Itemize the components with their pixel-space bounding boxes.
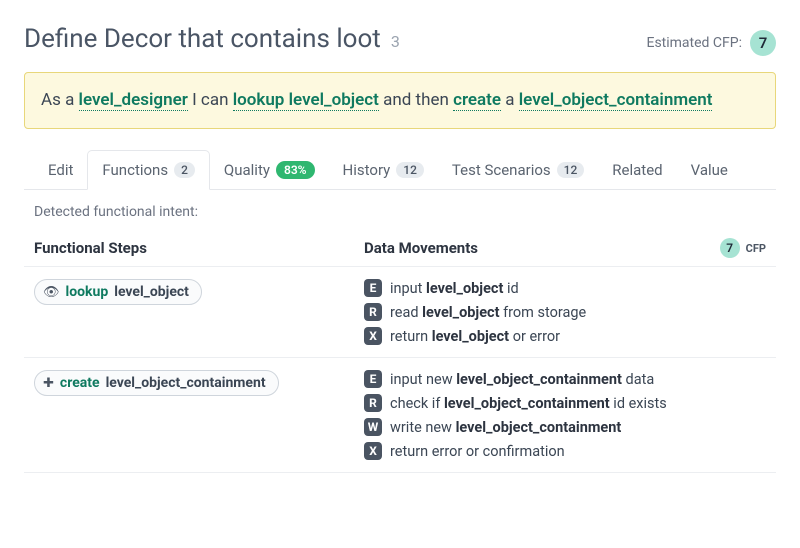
tab-value[interactable]: Value <box>677 150 742 190</box>
step-row: 👁 lookup level_object Einput level_object i… <box>24 267 776 358</box>
tab-related[interactable]: Related <box>598 150 676 190</box>
data-movement: Rcheck if level_object_containment id ex… <box>364 394 766 412</box>
action-lookup-link[interactable]: lookup level_object <box>233 90 379 111</box>
action-create-verb-link[interactable]: create <box>453 90 501 111</box>
col-header-moves: Data Movements <box>364 239 720 257</box>
user-story-box: As a level_designer I can lookup level_o… <box>24 72 776 129</box>
step-noun: level_object_containment <box>106 375 266 391</box>
action-create-noun-link[interactable]: level_object_containment <box>519 90 713 111</box>
data-movement: Xreturn error or confirmation <box>364 442 766 460</box>
movement-text: input new level_object_containment data <box>390 371 654 388</box>
plus-icon: ✚ <box>43 376 54 391</box>
tab-edit[interactable]: Edit <box>34 150 87 190</box>
detected-intent-label: Detected functional intent: <box>34 204 776 220</box>
step-verb: create <box>60 375 100 391</box>
step-pill-lookup[interactable]: 👁 lookup level_object <box>34 279 202 305</box>
data-movement: Rread level_object from storage <box>364 303 766 321</box>
history-count-badge: 12 <box>396 162 424 178</box>
movement-text: read level_object from storage <box>390 304 586 321</box>
data-movement: Einput level_object id <box>364 279 766 297</box>
tabs-bar: Edit Functions 2 Quality 83% History 12 … <box>24 149 776 190</box>
data-movement: Xreturn level_object or error <box>364 327 766 345</box>
tab-test-scenarios[interactable]: Test Scenarios 12 <box>438 150 598 190</box>
cfp-mini-badge: 7 <box>720 238 740 258</box>
movement-text: write new level_object_containment <box>390 419 621 436</box>
movement-type-badge: E <box>364 370 382 388</box>
movement-type-badge: E <box>364 279 382 297</box>
col-header-steps: Functional Steps <box>34 239 364 257</box>
cfp-value-badge: 7 <box>750 30 776 56</box>
page-header: Define Decor that contains loot 3 Estima… <box>24 24 776 56</box>
title-id: 3 <box>391 32 400 51</box>
data-movement: Einput new level_object_containment data <box>364 370 766 388</box>
step-verb: lookup <box>66 284 109 300</box>
movement-text: return error or confirmation <box>390 443 565 460</box>
tab-functions[interactable]: Functions 2 <box>87 150 210 190</box>
movement-text: return level_object or error <box>390 328 560 345</box>
step-noun: level_object <box>114 284 189 300</box>
movement-type-badge: R <box>364 303 382 321</box>
quality-pct-badge: 83% <box>276 161 315 179</box>
cfp-label: Estimated CFP: <box>646 35 742 51</box>
movement-text: check if level_object_containment id exi… <box>390 395 667 412</box>
step-row: ✚ create level_object_containment Einput ne… <box>24 358 776 473</box>
estimated-cfp: Estimated CFP: 7 <box>646 30 776 56</box>
movement-text: input level_object id <box>390 280 519 297</box>
functions-count-badge: 2 <box>174 162 195 178</box>
test-count-badge: 12 <box>557 162 585 178</box>
movement-type-badge: X <box>364 327 382 345</box>
movement-type-badge: X <box>364 442 382 460</box>
movement-type-badge: R <box>364 394 382 412</box>
step-pill-create[interactable]: ✚ create level_object_containment <box>34 370 279 396</box>
tab-history[interactable]: History 12 <box>329 150 438 190</box>
tab-quality[interactable]: Quality 83% <box>210 150 329 190</box>
role-link[interactable]: level_designer <box>79 90 188 111</box>
movement-type-badge: W <box>364 418 382 436</box>
col-header-cfp: 7 CFP <box>720 238 766 258</box>
page-title: Define Decor that contains loot <box>24 24 381 54</box>
data-movement: Wwrite new level_object_containment <box>364 418 766 436</box>
eye-icon: 👁 <box>43 285 60 300</box>
columns-header: Functional Steps Data Movements 7 CFP <box>24 238 776 267</box>
